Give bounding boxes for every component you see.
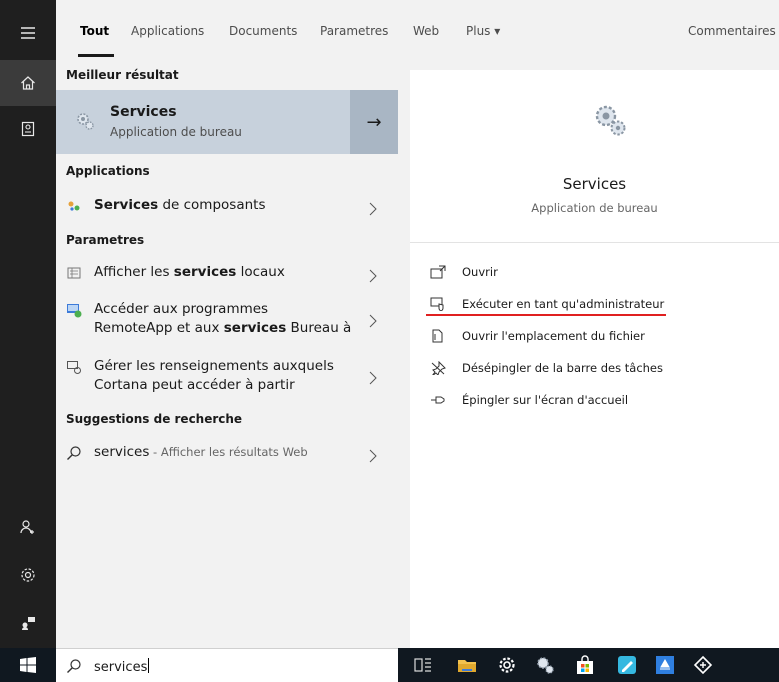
services-gear-icon <box>595 105 626 136</box>
feedback-icon <box>22 617 35 630</box>
list-item[interactable]: Services de composants <box>56 196 398 218</box>
search-scope-tabs: Tout Applications Documents Parametres W… <box>56 0 779 60</box>
match-text: Services <box>94 197 159 213</box>
feedback-link[interactable]: Commentaires <box>688 24 776 38</box>
start-button[interactable] <box>0 648 56 682</box>
action-label: Ouvrir l'emplacement du fichier <box>462 329 645 343</box>
divider <box>410 242 779 243</box>
chevron-right-icon <box>369 371 377 385</box>
suggestions-header: Suggestions de recherche <box>66 412 243 426</box>
text-caret <box>148 658 150 673</box>
tab-applications[interactable]: Applications <box>131 24 204 38</box>
unpin-icon <box>431 361 446 375</box>
list-item[interactable]: Gérer les renseignements auxquels Cortana… <box>56 357 398 397</box>
tab-parametres[interactable]: Parametres <box>320 24 388 38</box>
local-services-icon <box>67 267 81 279</box>
chevron-right-icon <box>369 314 377 328</box>
web-suggestion-item[interactable]: services - Afficher les résultats Web <box>56 443 398 465</box>
tab-plus[interactable]: Plus ▾ <box>466 24 500 38</box>
gear-icon <box>21 568 35 582</box>
upload-app-icon[interactable] <box>654 654 676 676</box>
start-search-window: Tout Applications Documents Parametres W… <box>0 0 779 682</box>
best-match-header: Meilleur résultat <box>66 68 179 82</box>
tab-documents[interactable]: Documents <box>229 24 297 38</box>
result-text: Gérer les renseignements auxquels <box>94 358 334 374</box>
home-icon <box>21 76 35 90</box>
best-match-item[interactable]: Services Application de bureau → <box>56 90 398 154</box>
taskbar <box>398 648 779 682</box>
search-box[interactable]: services <box>56 648 398 682</box>
account-button[interactable] <box>0 504 56 550</box>
tab-web[interactable]: Web <box>413 24 439 38</box>
best-match-title: Services <box>110 104 177 120</box>
search-query: services <box>94 660 148 675</box>
parametres-header: Parametres <box>66 233 145 247</box>
result-text: Cortana peut accéder à partir <box>94 377 295 393</box>
remote-desktop-icon[interactable] <box>692 654 714 676</box>
file-explorer-icon[interactable] <box>456 654 478 676</box>
chevron-right-icon <box>369 449 377 463</box>
pin-icon <box>431 396 445 404</box>
result-text: locaux <box>236 264 285 280</box>
hamburger-icon <box>21 27 35 39</box>
search-input[interactable]: services <box>94 658 150 675</box>
preview-title: Services <box>562 175 627 193</box>
settings-icon[interactable] <box>496 654 518 676</box>
action-label: Désépingler de la barre des tâches <box>462 361 663 375</box>
open-details-button[interactable]: → <box>350 90 398 154</box>
result-text: Accéder aux programmes <box>94 301 269 317</box>
result-text: Bureau à <box>286 320 352 336</box>
home-button[interactable] <box>0 60 56 106</box>
cortana-permissions-icon <box>67 361 81 374</box>
applications-header: Applications <box>66 164 150 178</box>
pane-gap <box>398 60 410 648</box>
services-gear-icon <box>77 113 94 130</box>
search-icon <box>67 659 81 673</box>
action-label: Ouvrir <box>462 265 498 279</box>
action-label: Exécuter en tant qu'administrateur <box>462 297 665 311</box>
arrow-right-icon: → <box>366 111 382 133</box>
suggestion-term: services <box>94 444 150 460</box>
suggestion-hint: - Afficher les résultats Web <box>149 445 308 459</box>
action-label: Épingler sur l'écran d'accueil <box>462 393 629 407</box>
feedback-button[interactable] <box>0 600 56 646</box>
services-gear-icon[interactable] <box>534 654 556 676</box>
results-list: Meilleur résultat Services Application d… <box>56 60 398 648</box>
tab-tout[interactable]: Tout <box>80 24 109 38</box>
chevron-right-icon <box>369 202 377 216</box>
preview-subtitle: Application de bureau <box>531 201 658 215</box>
list-item[interactable]: Afficher les services locaux <box>56 263 398 285</box>
run-as-admin-icon <box>430 297 444 311</box>
task-view-icon[interactable] <box>412 654 434 676</box>
notebook-icon <box>21 121 35 137</box>
best-match-subtitle: Application de bureau <box>110 125 242 139</box>
menu-button[interactable] <box>0 10 56 56</box>
result-text: Afficher les <box>94 264 174 280</box>
preview-pane: Services Application de bureau Ouvrir Ex… <box>410 70 779 648</box>
remoteapp-icon <box>67 304 82 318</box>
result-text: RemoteApp et aux <box>94 320 224 336</box>
left-rail <box>0 0 56 682</box>
chevron-right-icon <box>369 269 377 283</box>
highlight-underline <box>426 314 666 316</box>
file-location-icon <box>432 329 443 343</box>
selected-tab-indicator <box>78 54 114 57</box>
notebook-button[interactable] <box>0 106 56 152</box>
notes-app-icon[interactable] <box>616 654 638 676</box>
open-icon <box>430 265 446 279</box>
windows-logo-icon <box>20 657 36 673</box>
search-icon <box>67 446 81 460</box>
result-text: de composants <box>158 197 266 213</box>
component-services-icon <box>68 201 80 211</box>
user-add-icon <box>20 520 34 534</box>
match-text: services <box>223 320 287 336</box>
match-text: services <box>173 264 237 280</box>
list-item[interactable]: Accéder aux programmes RemoteApp et aux s… <box>56 300 398 340</box>
settings-button[interactable] <box>0 552 56 598</box>
store-icon[interactable] <box>574 654 596 676</box>
